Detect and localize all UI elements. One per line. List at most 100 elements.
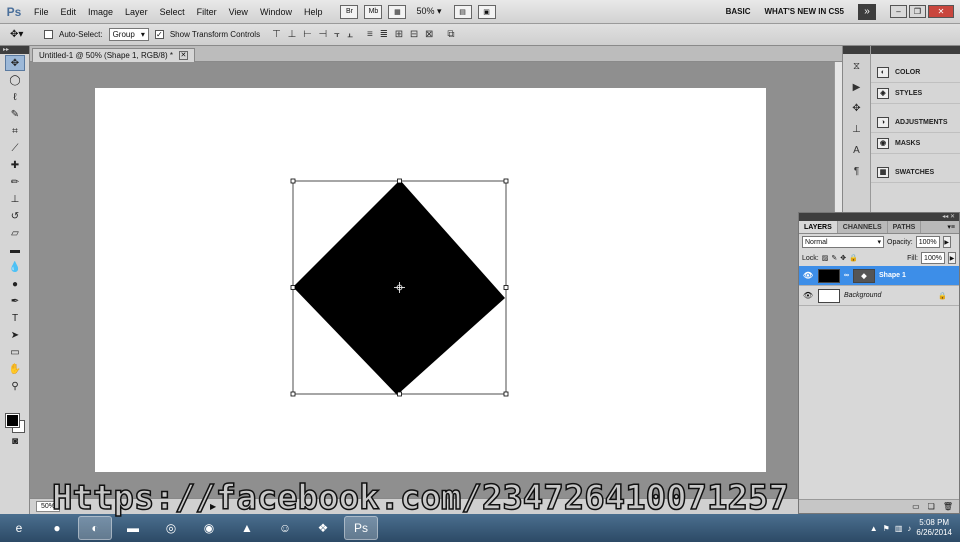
transform-handle-top-right[interactable] <box>503 178 509 184</box>
pen-tool-icon[interactable]: ✒ <box>5 293 25 309</box>
blur-tool-icon[interactable]: 💧 <box>5 259 25 275</box>
actions-panel-icon[interactable]: ▶ <box>846 78 868 96</box>
eyedropper-tool-icon[interactable]: ⟋ <box>5 140 25 156</box>
layer-name[interactable]: Background <box>844 292 934 299</box>
tools-panel-collapse-icon[interactable]: ▸▸ <box>0 46 29 54</box>
crop-tool-icon[interactable]: ⌗ <box>5 123 25 139</box>
new-layer-icon[interactable]: ❏ <box>928 502 935 511</box>
panel-adjustments[interactable]: ◑ ADJUSTMENTS <box>871 112 960 133</box>
new-group-icon[interactable]: ▭ <box>912 502 920 511</box>
show-transform-checkbox[interactable]: ✓ <box>154 30 164 39</box>
clock[interactable]: 5:08 PM 6/26/2014 <box>916 518 952 538</box>
clone-source-icon[interactable]: ⊥ <box>846 120 868 138</box>
clone-stamp-tool-icon[interactable]: ⊥ <box>5 191 25 207</box>
restore-icon[interactable]: ❐ <box>909 5 926 18</box>
app-icon[interactable]: ● <box>40 516 74 540</box>
windows-explorer-icon[interactable]: ◐ <box>78 516 112 540</box>
panel-masks[interactable]: ◉ MASKS <box>871 133 960 154</box>
panel-color[interactable]: ◐ COLOR <box>871 62 960 83</box>
quick-select-tool-icon[interactable]: ✎ <box>5 106 25 122</box>
layers-panel-collapse-icon[interactable]: ◂◂ ✕ <box>799 213 959 221</box>
messenger-icon[interactable]: ☺ <box>268 516 302 540</box>
close-tab-icon[interactable]: ✕ <box>178 51 188 60</box>
panel-swatches[interactable]: ▦ SWATCHES <box>871 162 960 183</box>
volume-icon[interactable]: ♪ <box>907 524 911 533</box>
arrange-documents-button[interactable]: ▤ <box>453 4 472 19</box>
tab-channels[interactable]: CHANNELS <box>838 221 888 233</box>
menu-image[interactable]: Image <box>82 7 119 17</box>
layer-row-background[interactable]: 👁 Background 🔒 <box>799 286 959 306</box>
layer-row-shape-1[interactable]: 👁 ∞ ◆ Shape 1 <box>799 266 959 286</box>
document-canvas[interactable] <box>95 88 766 472</box>
tool-presets-icon[interactable]: ✥ <box>846 99 868 117</box>
gradient-tool-icon[interactable]: ▬ <box>5 242 25 258</box>
network-icon[interactable]: ▥ <box>895 524 903 533</box>
transform-handle-bottom-left[interactable] <box>290 391 296 397</box>
character-panel-icon[interactable]: A <box>846 141 868 159</box>
document-tab[interactable]: Untitled-1 @ 50% (Shape 1, RGB/8) * ✕ <box>32 48 195 62</box>
close-icon[interactable]: ✕ <box>928 5 954 18</box>
media-player-icon[interactable]: ▲ <box>230 516 264 540</box>
transform-handle-top[interactable] <box>397 178 402 184</box>
tray-flag-icon[interactable]: ⚑ <box>883 524 890 533</box>
chrome-icon[interactable]: ◎ <box>154 516 188 540</box>
transform-handle-bottom[interactable] <box>397 391 402 397</box>
lock-image-icon[interactable]: ✎ <box>831 254 837 262</box>
history-brush-tool-icon[interactable]: ↺ <box>5 208 25 224</box>
tab-paths[interactable]: PATHS <box>888 221 922 233</box>
opacity-slider-arrow-icon[interactable]: ▶ <box>942 236 951 248</box>
more-workspaces-icon[interactable]: » <box>858 3 876 20</box>
menu-edit[interactable]: Edit <box>55 7 83 17</box>
ie-icon[interactable]: e <box>2 516 36 540</box>
panel-menu-icon[interactable]: ▾≡ <box>947 221 959 233</box>
distribute-icons[interactable]: ≡ ≣ ⊞ ⊟ ⊠ <box>367 29 435 40</box>
menu-filter[interactable]: Filter <box>191 7 223 17</box>
panel-styles[interactable]: ◈ STYLES <box>871 83 960 104</box>
workspace-whats-new[interactable]: WHAT'S NEW IN CS5 <box>764 7 844 16</box>
mini-bridge-button[interactable]: Mb <box>364 4 383 19</box>
foreground-color-swatch[interactable] <box>5 413 20 428</box>
align-icons[interactable]: ⊤ ⊥ ⊢ ⊣ ⫟ ⫠ <box>272 29 355 40</box>
dodge-tool-icon[interactable]: ● <box>5 276 25 292</box>
tray-arrow-icon[interactable]: ▲ <box>870 524 878 533</box>
lock-all-icon[interactable]: 🔒 <box>849 254 858 262</box>
red-app-icon[interactable]: ❖ <box>306 516 340 540</box>
auto-select-dropdown[interactable]: Group ▾ <box>108 28 149 41</box>
hand-tool-icon[interactable]: ✋ <box>5 361 25 377</box>
folder-icon[interactable]: ▬ <box>116 516 150 540</box>
paragraph-panel-icon[interactable]: ¶ <box>846 162 868 180</box>
zoom-tool-icon[interactable]: ⚲ <box>5 378 25 394</box>
panel-dock-header[interactable] <box>871 46 960 54</box>
menu-file[interactable]: File <box>28 7 55 17</box>
transform-handle-bottom-right[interactable] <box>503 391 509 397</box>
visibility-eye-icon[interactable]: 👁 <box>802 270 814 282</box>
bridge-button[interactable]: Br <box>340 4 359 19</box>
path-selection-tool-icon[interactable]: ➤ <box>5 327 25 343</box>
zoom-level-select[interactable]: 50% ▾ <box>416 6 441 17</box>
blend-mode-select[interactable]: Normal ▾ <box>802 236 884 248</box>
move-tool-preset-icon[interactable]: ✥▾ <box>10 29 38 40</box>
healing-brush-tool-icon[interactable]: ✚ <box>5 157 25 173</box>
brush-tool-icon[interactable]: ✏ <box>5 174 25 190</box>
quick-mask-icon[interactable]: ◙ <box>5 433 25 449</box>
workspace-basic[interactable]: BASIC <box>726 7 751 16</box>
layer-name[interactable]: Shape 1 <box>879 272 959 279</box>
transform-handle-right[interactable] <box>503 285 509 290</box>
photoshop-taskbar-icon[interactable]: Ps <box>344 516 378 540</box>
menu-select[interactable]: Select <box>154 7 191 17</box>
history-panel-icon[interactable]: ⧖ <box>846 57 868 75</box>
vector-mask-thumbnail[interactable]: ◆ <box>853 268 875 283</box>
fill-slider-arrow-icon[interactable]: ▶ <box>948 252 956 264</box>
rectangle-tool-icon[interactable]: ▭ <box>5 344 25 360</box>
type-tool-icon[interactable]: T <box>5 310 25 326</box>
lock-transparency-icon[interactable]: ▨ <box>822 254 829 262</box>
menu-layer[interactable]: Layer <box>119 7 154 17</box>
menu-view[interactable]: View <box>223 7 254 17</box>
transform-handle-top-left[interactable] <box>290 178 296 184</box>
lasso-tool-icon[interactable]: ℓ <box>5 89 25 105</box>
marquee-tool-icon[interactable]: ◯ <box>5 72 25 88</box>
auto-select-checkbox[interactable] <box>44 30 53 39</box>
menu-help[interactable]: Help <box>298 7 329 17</box>
screen-mode-button[interactable]: ▣ <box>477 4 496 19</box>
move-tool-icon[interactable]: ✥ <box>5 55 25 71</box>
